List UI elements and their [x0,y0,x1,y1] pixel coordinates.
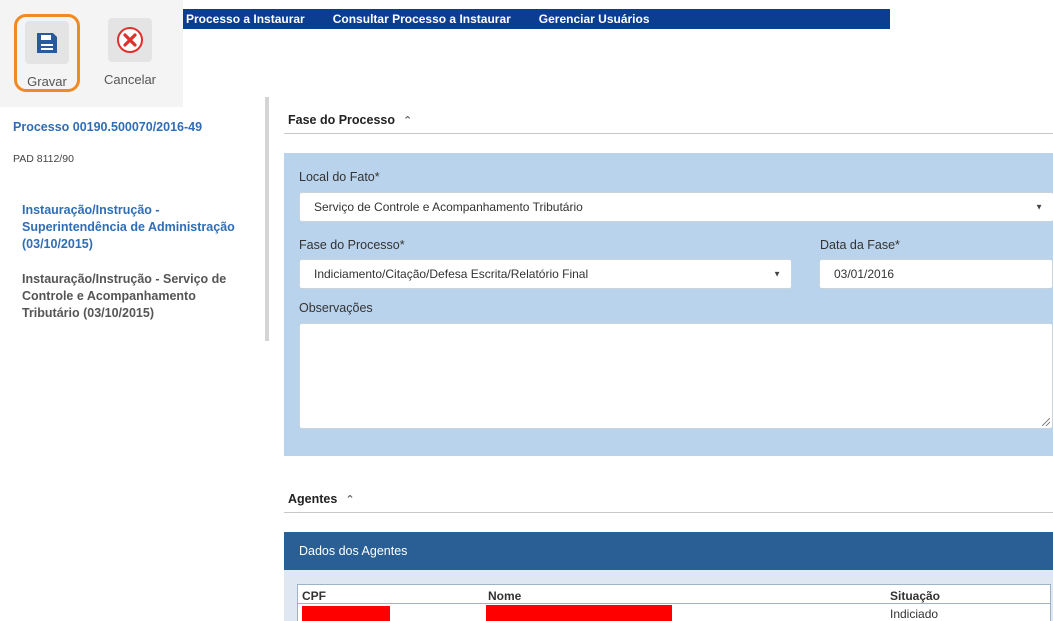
fase-do-processo-label: Fase do Processo* [299,238,405,252]
column-header-cpf[interactable]: CPF [302,589,326,603]
nav-gerenciar-usuarios[interactable]: Gerenciar Usuários [539,12,650,26]
local-do-fato-value: Serviço de Controle e Acompanhamento Tri… [314,200,583,214]
cancel-button[interactable]: Cancelar [97,14,163,92]
agentes-panel-header: Dados dos Agentes [284,532,1053,570]
fase-section-title: Fase do Processo [288,113,395,127]
sidebar-item-superintendencia[interactable]: Instauração/Instrução - Superintendência… [22,202,254,253]
column-header-situacao[interactable]: Situação [890,589,940,603]
agentes-table: CPF Nome Situação Indiciado [297,584,1051,621]
save-button[interactable]: Gravar [14,14,80,92]
fase-form-panel: Local do Fato* Serviço de Controle e Aco… [284,153,1053,456]
dropdown-caret-icon: ▼ [1035,202,1043,212]
agentes-section-header: Agentes ⌃ [288,492,355,506]
redacted-cpf [302,606,390,621]
fase-section-divider [284,133,1053,134]
resize-handle-icon[interactable] [1042,418,1050,426]
column-header-nome[interactable]: Nome [488,589,521,603]
nav-consultar-processo[interactable]: Consultar Processo a Instaurar [333,12,511,26]
observacoes-label: Observações [299,301,373,315]
local-do-fato-select[interactable]: Serviço de Controle e Acompanhamento Tri… [299,192,1053,222]
agentes-panel: Dados dos Agentes CPF Nome Situação Indi… [284,532,1053,621]
agentes-section-divider [284,512,1053,513]
situacao-cell: Indiciado [890,607,939,621]
cancel-button-label: Cancelar [103,72,157,87]
fase-section-header: Fase do Processo ⌃ [288,113,412,127]
redacted-nome [486,605,672,621]
collapse-chevron-icon[interactable]: ⌃ [345,493,354,506]
data-da-fase-label: Data da Fase* [820,238,900,252]
nav-processo-a-instaurar[interactable]: Processo a Instaurar [186,12,305,26]
table-header-divider [298,603,1050,604]
sidebar-scrollbar[interactable] [265,97,269,341]
process-title[interactable]: Processo 00190.500070/2016-49 [13,120,202,134]
x-circle-icon [108,18,152,62]
data-da-fase-value: 03/01/2016 [834,267,895,281]
data-da-fase-input[interactable]: 03/01/2016 [819,259,1053,289]
fase-do-processo-select[interactable]: Indiciamento/Citação/Defesa Escrita/Rela… [299,259,792,289]
top-navigation-bar: Processo a Instaurar Consultar Processo … [180,9,890,29]
toolbar: Gravar Cancelar [0,0,183,107]
collapse-chevron-icon[interactable]: ⌃ [403,114,412,127]
observacoes-textarea[interactable] [299,323,1053,429]
floppy-disk-icon [25,21,69,64]
process-subtitle: PAD 8112/90 [13,153,74,165]
process-sidebar: Processo 00190.500070/2016-49 PAD 8112/9… [0,107,262,347]
save-button-label: Gravar [27,74,67,89]
dropdown-caret-icon: ▼ [773,269,781,279]
agentes-section-title: Agentes [288,492,338,506]
fase-do-processo-value: Indiciamento/Citação/Defesa Escrita/Rela… [314,267,589,281]
sidebar-item-servico-controle[interactable]: Instauração/Instrução - Serviço de Contr… [22,271,254,322]
local-do-fato-label: Local do Fato* [299,170,380,184]
